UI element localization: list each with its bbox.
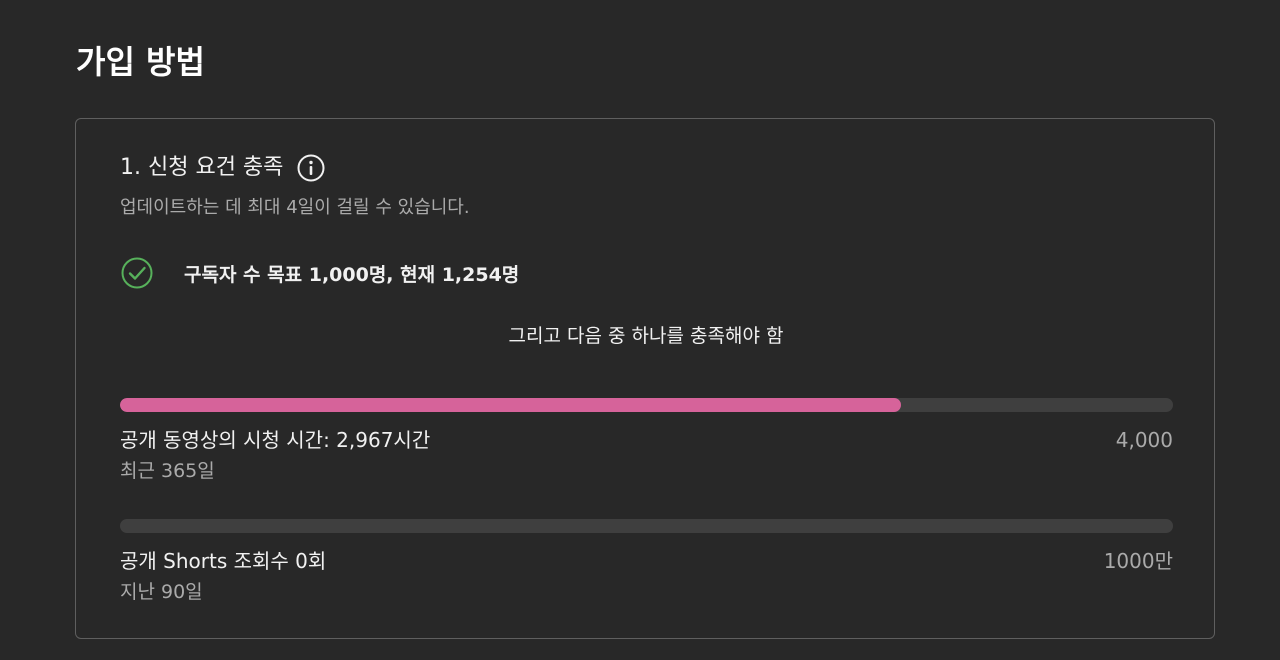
shorts-views-progress: 공개 Shorts 조회수 0회 1000만 지난 90일 (120, 519, 1173, 603)
subscriber-requirement-text: 구독자 수 목표 1,000명, 현재 1,254명 (184, 263, 520, 286)
info-icon[interactable] (297, 154, 325, 182)
watch-hours-progress-fill (120, 398, 902, 412)
shorts-views-label: 공개 Shorts 조회수 0회 (120, 549, 327, 573)
shorts-views-period: 지난 90일 (120, 581, 203, 603)
watch-hours-goal: 4,000 (1115, 428, 1173, 452)
shorts-views-goal: 1000만 (1103, 549, 1173, 573)
section-title: 1. 신청 요건 충족 (120, 155, 284, 180)
section-subtitle: 업데이트하는 데 최대 4일이 걸릴 수 있습니다. (120, 197, 470, 218)
requirements-card: 1. 신청 요건 충족 업데이트하는 데 최대 4일이 걸릴 수 있습니다. 구… (75, 118, 1215, 639)
watch-hours-progress: 공개 동영상의 시청 시간: 2,967시간 4,000 최근 365일 (120, 398, 1173, 482)
watch-hours-labels: 공개 동영상의 시청 시간: 2,967시간 4,000 최근 365일 (120, 412, 1173, 482)
shorts-views-progress-track (120, 519, 1173, 533)
subscriber-requirement: 구독자 수 목표 1,000명, 현재 1,254명 (120, 257, 519, 289)
watch-hours-progress-track (120, 398, 1173, 412)
check-circle-icon (120, 256, 154, 290)
section-title-row: 1. 신청 요건 충족 (120, 153, 325, 183)
page: 가입 방법 1. 신청 요건 충족 업데이트하는 데 최대 4일이 걸릴 수 있… (0, 0, 1280, 660)
watch-hours-label: 공개 동영상의 시청 시간: 2,967시간 (120, 428, 431, 452)
page-title: 가입 방법 (76, 43, 205, 81)
watch-hours-period: 최근 365일 (120, 460, 215, 482)
alternative-requirement-text: 그리고 다음 중 하나를 충족해야 함 (508, 325, 784, 347)
shorts-views-labels: 공개 Shorts 조회수 0회 1000만 지난 90일 (120, 533, 1173, 603)
